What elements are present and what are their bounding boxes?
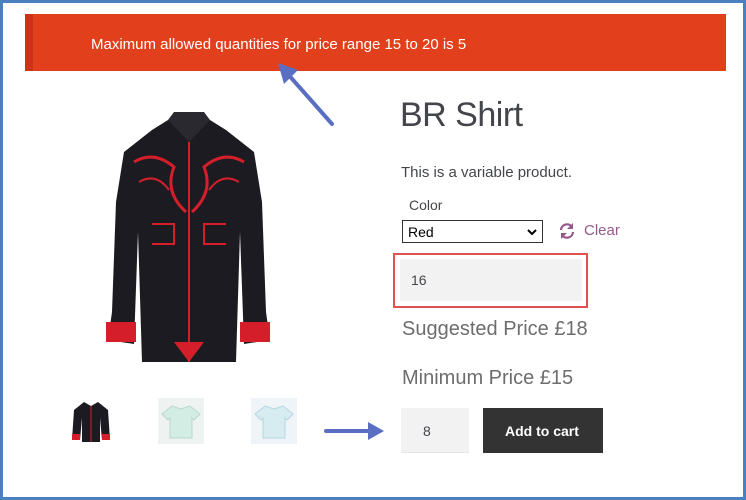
refresh-icon [559,223,575,239]
thumbnail-black-shirt[interactable] [68,398,114,444]
add-to-cart-button[interactable]: Add to cart [483,408,603,453]
color-select-value: Red [408,224,434,240]
color-attribute-label: Color [409,197,443,213]
clear-label: Clear [584,222,620,239]
minimum-price: Minimum Price £15 [402,367,574,389]
chevron-down-icon [527,229,537,236]
suggested-price: Suggested Price £18 [402,318,588,340]
product-main-image[interactable] [94,112,284,372]
quantity-input[interactable]: 8 [401,408,469,453]
product-description: This is a variable product. [401,164,572,181]
annotation-arrow-icon [324,422,384,440]
price-input-value: 16 [411,272,427,288]
error-notice: Maximum allowed quantities for price ran… [25,14,726,71]
add-to-cart-label: Add to cart [505,423,579,439]
notice-message: Maximum allowed quantities for price ran… [91,36,467,53]
price-input[interactable]: 16 [400,259,582,301]
color-select[interactable]: Red [402,220,543,243]
thumbnail-mint-shirt[interactable] [158,398,204,444]
quantity-value: 8 [423,423,431,439]
product-title: BR Shirt [400,96,523,134]
thumbnail-light-blue-shirt[interactable] [251,398,297,444]
